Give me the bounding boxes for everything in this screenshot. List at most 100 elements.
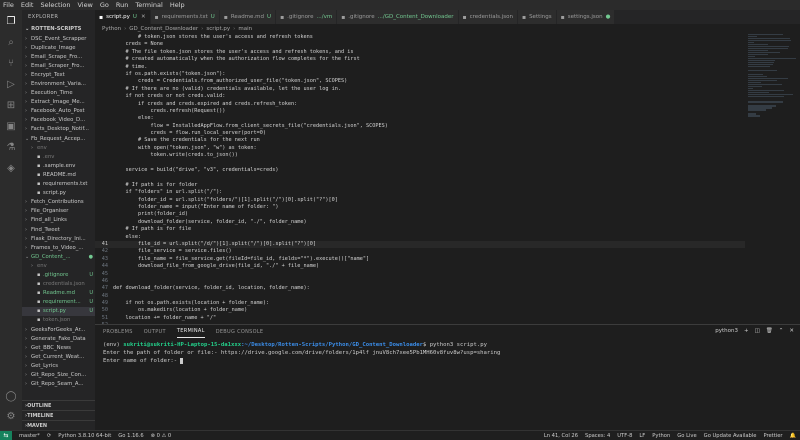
tree-item[interactable]: › Environment_Varia... — [22, 79, 95, 88]
tree-item[interactable]: ▪ credentials.json — [22, 280, 95, 289]
code-line[interactable]: else: — [95, 115, 745, 122]
code-line[interactable]: creds = Credentials.from_authorized_user… — [95, 78, 745, 85]
tab-2[interactable]: ▪ Readme.md U — [219, 10, 277, 24]
tree-item[interactable]: ▪ .sample.env — [22, 161, 95, 170]
testing-icon[interactable]: ⚗ — [4, 140, 18, 154]
tree-item[interactable]: ▪ script.py U — [22, 306, 95, 316]
tree-item[interactable]: › Facts_Desktop_Notif... — [22, 125, 95, 134]
code-line[interactable]: if not creds or not creds.valid: — [95, 93, 745, 100]
code-line[interactable]: # time. — [95, 64, 745, 71]
tree-item[interactable]: › Git_Repo_Seam_A... — [22, 380, 95, 389]
close-icon[interactable]: ✕ — [141, 14, 146, 20]
menu-item-terminal[interactable]: Terminal — [135, 1, 162, 9]
tree-item[interactable]: › Frames_to_Video_... — [22, 243, 95, 252]
close-icon[interactable]: ✕ — [789, 328, 794, 334]
tab-5[interactable]: ▪ credentials.json — [458, 10, 518, 24]
panel-tab-terminal[interactable]: TERMINAL — [176, 325, 205, 338]
tree-item[interactable]: ▪ token.json — [22, 316, 95, 325]
status-python[interactable]: Python 3.8.10 64-bit — [58, 433, 111, 439]
status-problems[interactable]: ⊗ 0 ⚠ 0 — [151, 433, 172, 439]
account-icon[interactable]: ◯ — [4, 389, 18, 403]
status-position[interactable]: Ln 41, Col 26 — [544, 433, 578, 439]
tree-item[interactable]: › Duplicate_Image — [22, 43, 95, 52]
add-terminal-icon[interactable]: + — [744, 328, 749, 334]
menu-item-selection[interactable]: Selection — [40, 1, 70, 9]
tree-item[interactable]: ▪ Readme.md U — [22, 289, 95, 298]
trash-icon[interactable]: 🗑 — [766, 328, 773, 334]
tab-6[interactable]: ▪ Settings — [517, 10, 557, 24]
code-line[interactable]: creds = None — [95, 41, 745, 48]
remote-icon[interactable]: ⇆ — [0, 430, 12, 440]
section-timeline[interactable]: › TIMELINE — [22, 410, 95, 420]
code-line[interactable]: 43 file_name = file_service.get(fileId=f… — [95, 256, 745, 263]
tree-item[interactable]: ▪ script.py — [22, 189, 95, 198]
status-spaces[interactable]: Spaces: 4 — [585, 433, 610, 439]
status-sync[interactable]: ⟳ — [47, 433, 51, 439]
tree-item[interactable]: › File_Organiser — [22, 207, 95, 216]
code-line[interactable]: # If path is for file — [95, 226, 745, 233]
code-line[interactable]: download_folder(service, folder_id, "./"… — [95, 219, 745, 226]
code-line[interactable]: 45 — [95, 271, 745, 278]
menu-item-edit[interactable]: Edit — [21, 1, 34, 9]
tree-item[interactable]: ▪ .env — [22, 152, 95, 161]
status-branch[interactable]: master* — [19, 433, 40, 439]
code-line[interactable]: # The file token.json stores the user's … — [95, 49, 745, 56]
code-line[interactable]: service = build("drive", "v3", credentia… — [95, 167, 745, 174]
tree-item[interactable]: ▪ requirements.txt — [22, 180, 95, 189]
tree-item[interactable]: ⌄ GD_Content_... ● — [22, 252, 95, 261]
menu-item-go[interactable]: Go — [100, 1, 109, 9]
tree-item[interactable]: › Fetch_Contributions — [22, 198, 95, 207]
tree-item[interactable]: › GeeksForGeeks_Ar... — [22, 325, 95, 334]
status-update[interactable]: Go Update Available — [704, 433, 757, 439]
breadcrumb-item[interactable]: script.py — [206, 26, 230, 32]
code-line[interactable]: if "folders" in url.split("/"): — [95, 189, 745, 196]
code-line[interactable]: 44 download_file_from_google_drive(file_… — [95, 263, 745, 270]
tree-item[interactable]: › Generate_Fake_Data — [22, 334, 95, 343]
tree-item[interactable]: › Facebook_Auto_Post — [22, 107, 95, 116]
code-line[interactable]: # If there are no (valid) credentials av… — [95, 86, 745, 93]
menu-item-file[interactable]: File — [3, 1, 14, 9]
code-line[interactable] — [95, 160, 745, 167]
code-line[interactable]: # created automatically when the authori… — [95, 56, 745, 63]
status-prettier[interactable]: Prettier — [763, 433, 782, 439]
code-line[interactable]: token.write(creds.to_json()) — [95, 152, 745, 159]
split-terminal-icon[interactable]: ◫ — [755, 328, 760, 334]
tab-1[interactable]: ▪ requirements.txt U — [150, 10, 220, 24]
panel-tab-debug-console[interactable]: DEBUG CONSOLE — [216, 325, 264, 338]
status-golive[interactable]: Go Live — [677, 433, 696, 439]
tree-item[interactable]: › Get_Current_Weat... — [22, 352, 95, 361]
tree-item[interactable]: › env — [22, 261, 95, 270]
code-line[interactable] — [95, 174, 745, 181]
code-line[interactable]: if creds and creds.expired and creds.ref… — [95, 101, 745, 108]
menu-item-run[interactable]: Run — [116, 1, 128, 9]
code-line[interactable]: flow = InstalledAppFlow.from_client_secr… — [95, 123, 745, 130]
tree-item[interactable]: › env — [22, 143, 95, 152]
tab-7[interactable]: ▪ settings.json ● — [556, 10, 616, 24]
tree-item[interactable]: › Get_BBC_News — [22, 343, 95, 352]
tree-item[interactable]: ▪ .gitignore U — [22, 270, 95, 279]
code-line[interactable]: print(folder_id) — [95, 211, 745, 218]
tree-item[interactable]: › Facebook_Video_D... — [22, 116, 95, 125]
code-line[interactable]: 42 file_service = service.files() — [95, 248, 745, 255]
remote-explorer-icon[interactable]: ▣ — [4, 119, 18, 133]
status-eol[interactable]: LF — [639, 433, 645, 439]
code-line[interactable]: 46 — [95, 278, 745, 285]
code-line[interactable]: 50 os.makedirs(location + folder_name) — [95, 307, 745, 314]
terminal-output[interactable]: (env) sukriti@sukriti-HP-Laptop-15-da1xx… — [95, 338, 800, 368]
tree-item[interactable]: › Email_Scrape_Fro... — [22, 52, 95, 61]
code-editor[interactable]: # token.json stores the user's access an… — [95, 34, 745, 324]
tree-item[interactable]: › Git_Repo_Size_Con... — [22, 370, 95, 379]
files-icon[interactable]: ❐ — [4, 14, 18, 28]
tree-item[interactable]: ▪ README.md — [22, 170, 95, 179]
breadcrumb-item[interactable]: main — [238, 26, 252, 32]
code-line[interactable]: 41 file_id = url.split("/d/")[1].split("… — [95, 240, 745, 249]
code-line[interactable]: else: — [95, 234, 745, 241]
panel-tab-problems[interactable]: PROBLEMS — [103, 325, 133, 338]
code-line[interactable]: folder_name = input("Enter name of folde… — [95, 204, 745, 211]
code-line[interactable]: if os.path.exists("token.json"): — [95, 71, 745, 78]
run-debug-icon[interactable]: ▷ — [4, 77, 18, 91]
chevron-up-icon[interactable]: ⌃ — [779, 328, 784, 334]
code-line[interactable]: with open("token.json", "w") as token: — [95, 145, 745, 152]
tree-item[interactable]: ▪ requirement... U — [22, 298, 95, 307]
tree-item[interactable]: › Encrypt_Text — [22, 70, 95, 79]
